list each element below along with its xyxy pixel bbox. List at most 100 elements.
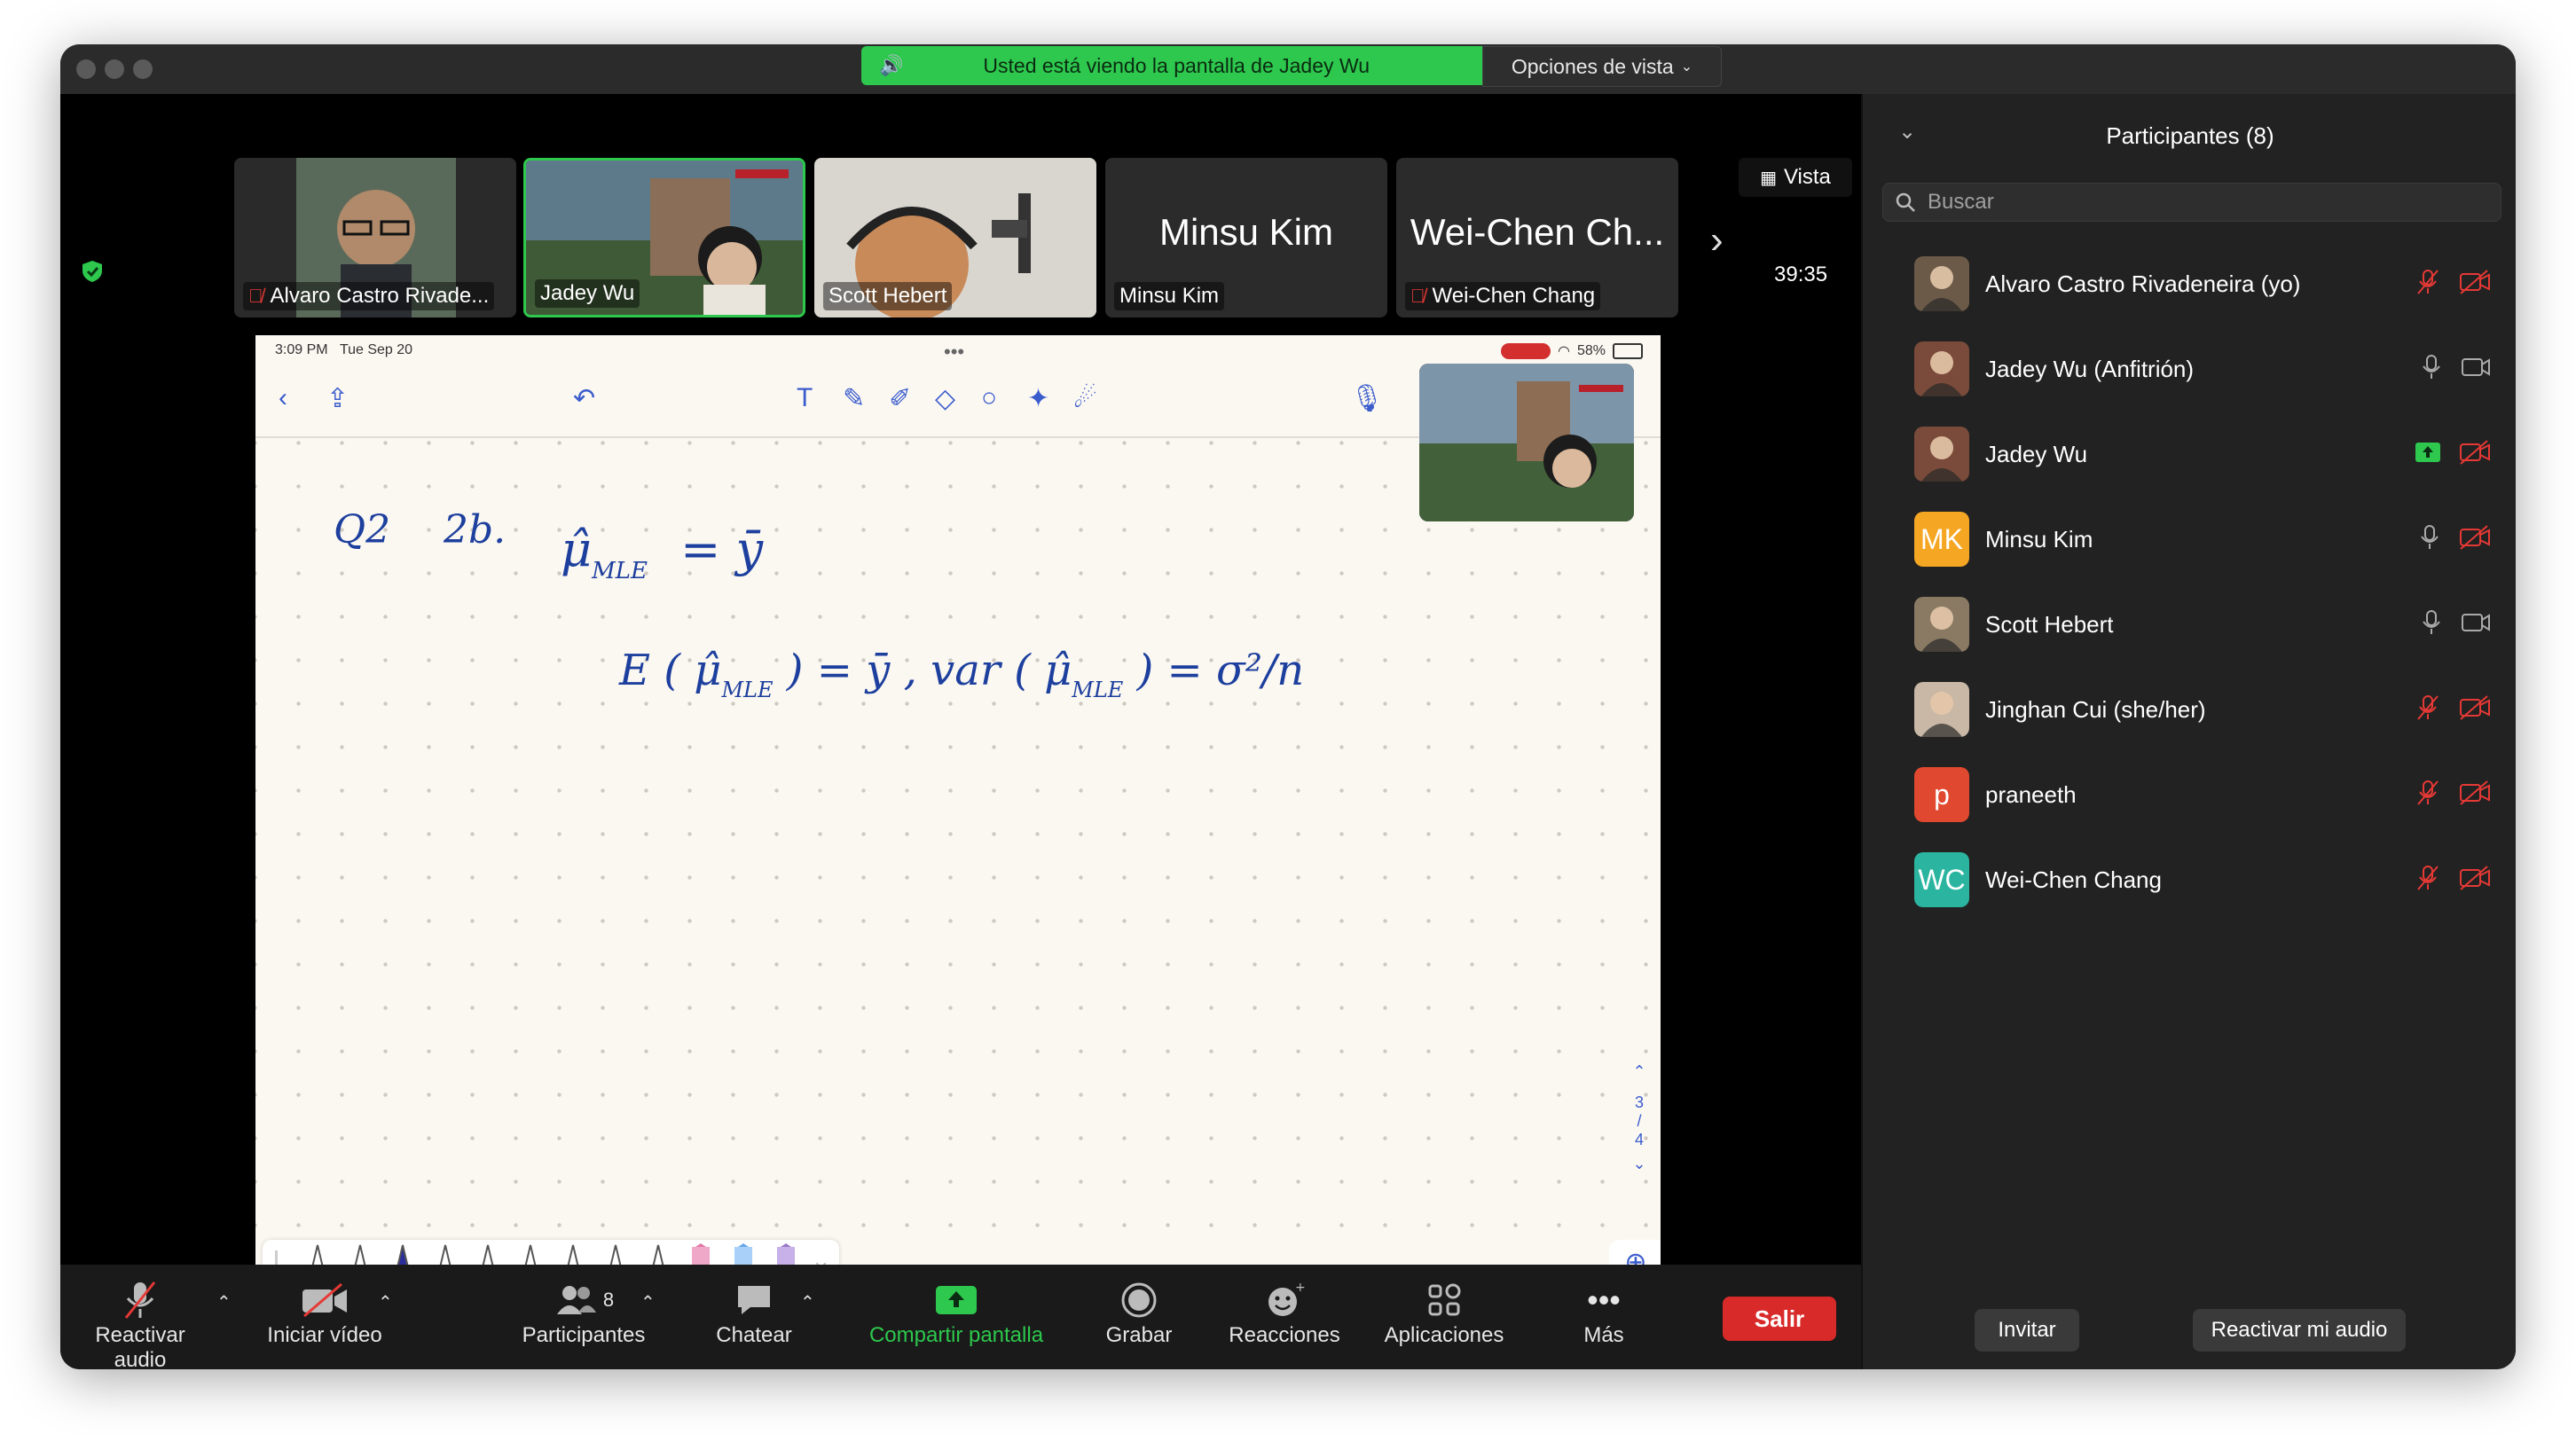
laser-icon[interactable]: ☄: [1073, 383, 1097, 414]
unmute-me-button[interactable]: Reactivar mi audio: [2193, 1309, 2406, 1352]
thumbnail-name: Minsu Kim: [1114, 282, 1225, 310]
avatar: [1914, 682, 1969, 737]
page-down-icon[interactable]: ⌄: [1629, 1155, 1650, 1173]
eq2: E ( μ̂MLE ) = ȳ , var ( μ̂MLE ) = σ²/n: [619, 646, 1305, 702]
participants-icon: 8: [513, 1277, 655, 1323]
participant-row[interactable]: WC Wei-Chen Chang: [1863, 837, 2516, 922]
panel-title: Participantes (8): [2106, 122, 2274, 149]
video-off-icon: [2459, 269, 2491, 300]
leave-meeting-button[interactable]: Salir: [1723, 1297, 1836, 1341]
chat-options-caret[interactable]: ⌃: [800, 1291, 815, 1313]
next-thumbnails-button[interactable]: ›: [1710, 218, 1724, 263]
text-tool-icon[interactable]: T: [797, 383, 813, 413]
dotted-paper: [255, 440, 1661, 1316]
undo-icon[interactable]: ↶: [573, 383, 595, 414]
view-options-button[interactable]: Opciones de vista ⌄: [1482, 46, 1722, 87]
video-off-icon: [2459, 524, 2491, 555]
participant-row[interactable]: Jadey Wu (Anfitrión): [1863, 326, 2516, 411]
participant-row[interactable]: Jinghan Cui (she/her): [1863, 667, 2516, 752]
participant-status-icons: [2415, 269, 2491, 300]
participants-options-caret[interactable]: ⌃: [640, 1291, 656, 1313]
panel-footer: Invitar Reactivar mi audio: [1863, 1282, 2516, 1369]
mic-icon: [2418, 524, 2441, 555]
audio-options-caret[interactable]: ⌃: [216, 1291, 232, 1313]
thumbnail-name: Scott Hebert: [823, 282, 953, 310]
view-button[interactable]: ▦ Vista: [1739, 158, 1852, 197]
eq1-mu-hat: μ̂MLE = ȳ: [561, 521, 764, 584]
shapes-icon[interactable]: ✦: [1027, 383, 1049, 414]
battery-icon: [1613, 343, 1643, 359]
video-off-icon: [2459, 780, 2491, 811]
meeting-stage: 🎙̸ Alvaro Castro Rivade... Jadey Wu Scot…: [60, 94, 1861, 1318]
reactions-button[interactable]: + Reacciones: [1213, 1277, 1355, 1348]
video-thumbnail[interactable]: 🎙̸ Alvaro Castro Rivade...: [234, 158, 516, 317]
participant-row[interactable]: Alvaro Castro Rivadeneira (yo): [1863, 241, 2516, 326]
search-icon: [1896, 192, 1915, 212]
pen-tool-icon[interactable]: ✎: [843, 383, 865, 414]
mic-muted-icon: [2415, 694, 2441, 725]
security-shield-icon[interactable]: [80, 259, 105, 284]
screen-share-banner: 🔊 Usted está viendo la pantalla de Jadey…: [861, 46, 1766, 87]
participant-row[interactable]: Scott Hebert: [1863, 582, 2516, 667]
invite-button[interactable]: Invitar: [1975, 1309, 2079, 1352]
avatar: WC: [1914, 852, 1969, 907]
smiley-plus-icon: +: [1213, 1277, 1355, 1323]
avatar: MK: [1914, 512, 1969, 567]
minimize-window-button[interactable]: [105, 59, 124, 79]
video-thumbnail[interactable]: Minsu Kim Minsu Kim: [1105, 158, 1387, 317]
speaker-icon: 🔊: [879, 54, 904, 76]
participant-search-input[interactable]: Buscar: [1882, 183, 2501, 222]
unmute-audio-button[interactable]: Reactivar audio: [78, 1277, 202, 1369]
apps-button[interactable]: Aplicaciones: [1355, 1277, 1533, 1348]
video-thumbnail-active[interactable]: Jadey Wu: [523, 158, 805, 317]
mic-muted-icon: [78, 1277, 202, 1323]
share-icon[interactable]: ⇪: [326, 383, 349, 414]
recording-pill-icon: [1501, 343, 1551, 359]
more-button[interactable]: ••• Más: [1551, 1277, 1657, 1348]
svg-text:+: +: [1295, 1281, 1306, 1295]
ipad-status-right: ◠ 58%: [1501, 342, 1643, 360]
participant-row[interactable]: MK Minsu Kim: [1863, 497, 2516, 582]
participant-row[interactable]: Jadey Wu: [1863, 411, 2516, 497]
mic-muted-icon: [2415, 865, 2441, 896]
avatar: p: [1914, 767, 1969, 822]
more-dots-icon: •••: [1587, 1281, 1621, 1318]
meeting-timer: 39:35: [1774, 263, 1828, 286]
lasso-icon[interactable]: ○: [981, 383, 997, 413]
video-thumbnail[interactable]: Wei-Chen Ch... 🎙̸ Wei-Chen Chang: [1396, 158, 1678, 317]
microphone-icon[interactable]: 🎙: [1350, 383, 1384, 414]
thumbnail-big-name: Wei-Chen Ch...: [1410, 211, 1665, 253]
share-screen-button[interactable]: Compartir pantalla: [841, 1277, 1072, 1348]
mic-muted-icon: [2415, 269, 2441, 300]
close-window-button[interactable]: [76, 59, 96, 79]
chat-button[interactable]: Chatear: [701, 1277, 807, 1348]
video-thumbnail[interactable]: Scott Hebert: [814, 158, 1096, 317]
video-options-caret[interactable]: ⌃: [378, 1291, 393, 1313]
pip-camera-view[interactable]: [1419, 364, 1634, 521]
record-icon: [1086, 1277, 1192, 1323]
avatar: [1914, 341, 1969, 396]
participant-list: Alvaro Castro Rivadeneira (yo) Jadey Wu (…: [1863, 241, 2516, 922]
apps-icon: [1355, 1277, 1533, 1323]
participant-status-icons: [2415, 780, 2491, 811]
mic-muted-icon: 🎙̸: [1410, 285, 1425, 307]
record-button[interactable]: Grabar: [1086, 1277, 1192, 1348]
zoom-window-button[interactable]: [133, 59, 153, 79]
pip-photo: [1419, 364, 1634, 521]
mic-muted-icon: 🎙̸: [248, 285, 263, 307]
thumbnail-name: 🎙̸ Alvaro Castro Rivade...: [243, 282, 495, 310]
participant-status-icons: [2420, 609, 2491, 640]
page-up-icon[interactable]: ⌃: [1629, 1062, 1650, 1081]
start-video-button[interactable]: Iniciar vídeo: [263, 1277, 387, 1348]
back-chevron-icon[interactable]: ‹: [279, 383, 287, 413]
participant-row[interactable]: p praneeth: [1863, 752, 2516, 837]
highlighter-icon[interactable]: ✐: [889, 383, 911, 414]
eraser-icon[interactable]: ◇: [935, 383, 955, 414]
avatar: [1914, 427, 1969, 482]
zoom-window: 🔊 Usted está viendo la pantalla de Jadey…: [60, 44, 2516, 1369]
page-navigator[interactable]: ⌃ 3 / 4 ⌄: [1629, 1062, 1650, 1173]
video-icon: [2461, 356, 2491, 383]
participants-panel: ⌄ Participantes (8) Buscar Alvaro Castro…: [1861, 94, 2516, 1369]
participants-button[interactable]: 8 Participantes: [513, 1277, 655, 1348]
meeting-controls: Reactivar audio ⌃ Iniciar vídeo ⌃ 8 Part…: [60, 1265, 1861, 1369]
